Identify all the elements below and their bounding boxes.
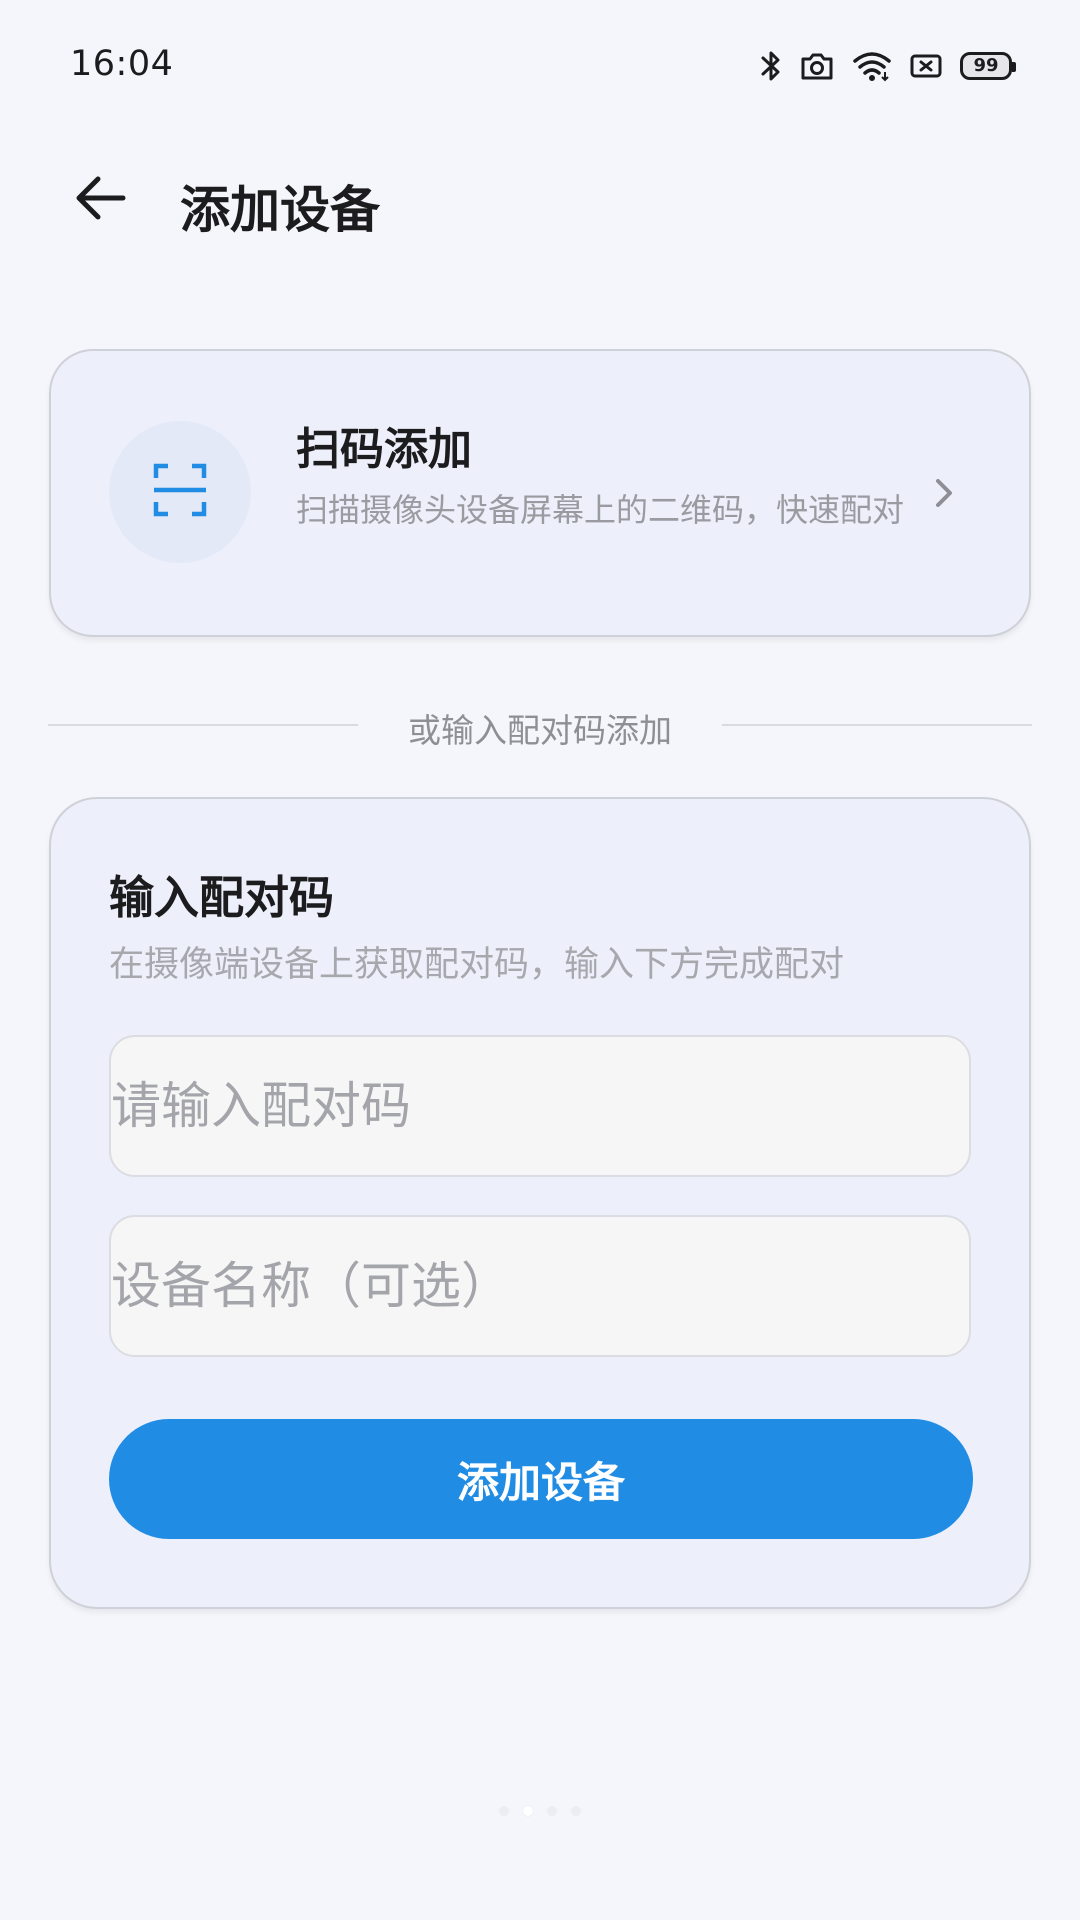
pair-code-input[interactable] [109,1035,971,1177]
pager-indicator [0,1806,1080,1816]
app-bar: 添加设备 [0,150,1080,250]
pager-dot [523,1806,533,1816]
divider-text: 或输入配对码添加 [408,711,672,750]
scan-icon-container [109,421,251,563]
page-title: 添加设备 [180,181,380,239]
scan-description: 扫描摄像头设备屏幕上的二维码，快速配对 [296,491,905,529]
wifi-icon [852,50,892,82]
scan-title: 扫码添加 [296,424,472,475]
status-time: 16:04 [70,44,174,84]
scan-qr-card[interactable]: 扫码添加 扫描摄像头设备屏幕上的二维码，快速配对 [49,349,1031,637]
bluetooth-icon [760,49,782,83]
device-name-input[interactable] [109,1215,971,1357]
pair-code-card: 输入配对码 在摄像端设备上获取配对码，输入下方完成配对 添加设备 [49,797,1031,1609]
battery-icon: 99 [960,52,1016,80]
add-device-button[interactable]: 添加设备 [109,1419,973,1539]
pair-code-title: 输入配对码 [109,871,335,924]
battery-level: 99 [973,55,999,76]
pager-dot [547,1806,557,1816]
chevron-right-icon [929,473,959,513]
arrow-left-icon [74,175,126,225]
status-bar: 16:04 99 [0,0,1080,130]
back-button[interactable] [60,168,140,232]
pair-code-description: 在摄像端设备上获取配对码，输入下方完成配对 [109,945,845,985]
notification-icon [910,52,942,80]
camera-icon [800,51,834,81]
divider-line-right [722,724,1032,726]
qr-scan-icon [152,462,208,522]
status-icons: 99 [760,44,1016,88]
or-divider: 或输入配对码添加 [48,700,1032,750]
pager-dot [571,1806,581,1816]
pager-dot [499,1806,509,1816]
